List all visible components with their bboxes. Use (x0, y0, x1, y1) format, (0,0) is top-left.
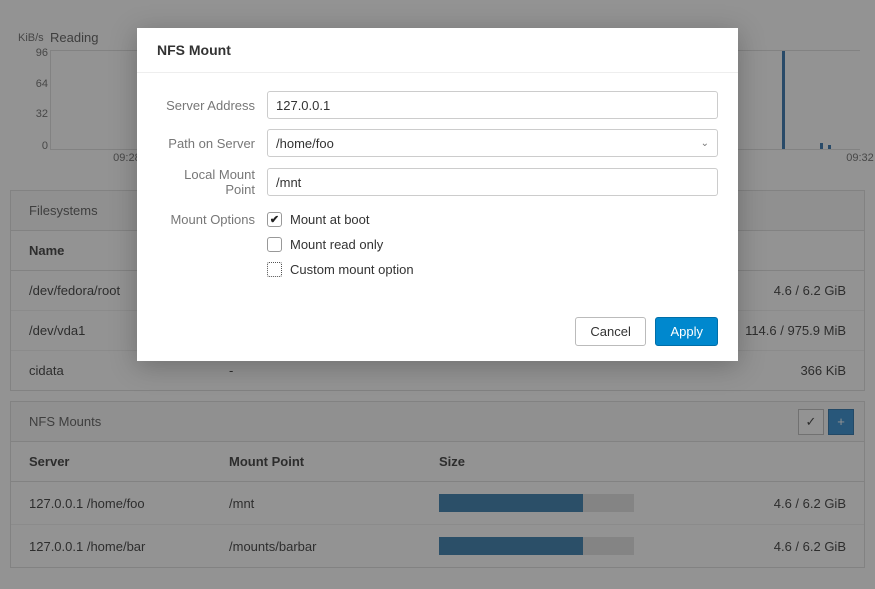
checkbox-checked-icon (267, 212, 282, 227)
apply-button[interactable]: Apply (655, 317, 718, 346)
server-address-label: Server Address (157, 98, 267, 113)
checkbox-icon (267, 237, 282, 252)
nfs-mount-dialog: NFS Mount Server Address Path on Server … (137, 28, 738, 361)
chevron-down-icon: ⌄ (701, 138, 709, 149)
local-mount-label: Local Mount Point (157, 167, 267, 197)
path-select[interactable]: /home/foo ⌄ (267, 129, 718, 157)
local-mount-input[interactable] (267, 168, 718, 196)
checkbox-dotted-icon (267, 262, 282, 277)
server-address-input[interactable] (267, 91, 718, 119)
custom-mount-option[interactable]: Custom mount option (267, 257, 718, 282)
mount-read-only-option[interactable]: Mount read only (267, 232, 718, 257)
mount-options-label: Mount Options (157, 207, 267, 227)
dialog-title: NFS Mount (137, 28, 738, 73)
mount-at-boot-option[interactable]: Mount at boot (267, 207, 718, 232)
cancel-button[interactable]: Cancel (575, 317, 645, 346)
path-label: Path on Server (157, 136, 267, 151)
